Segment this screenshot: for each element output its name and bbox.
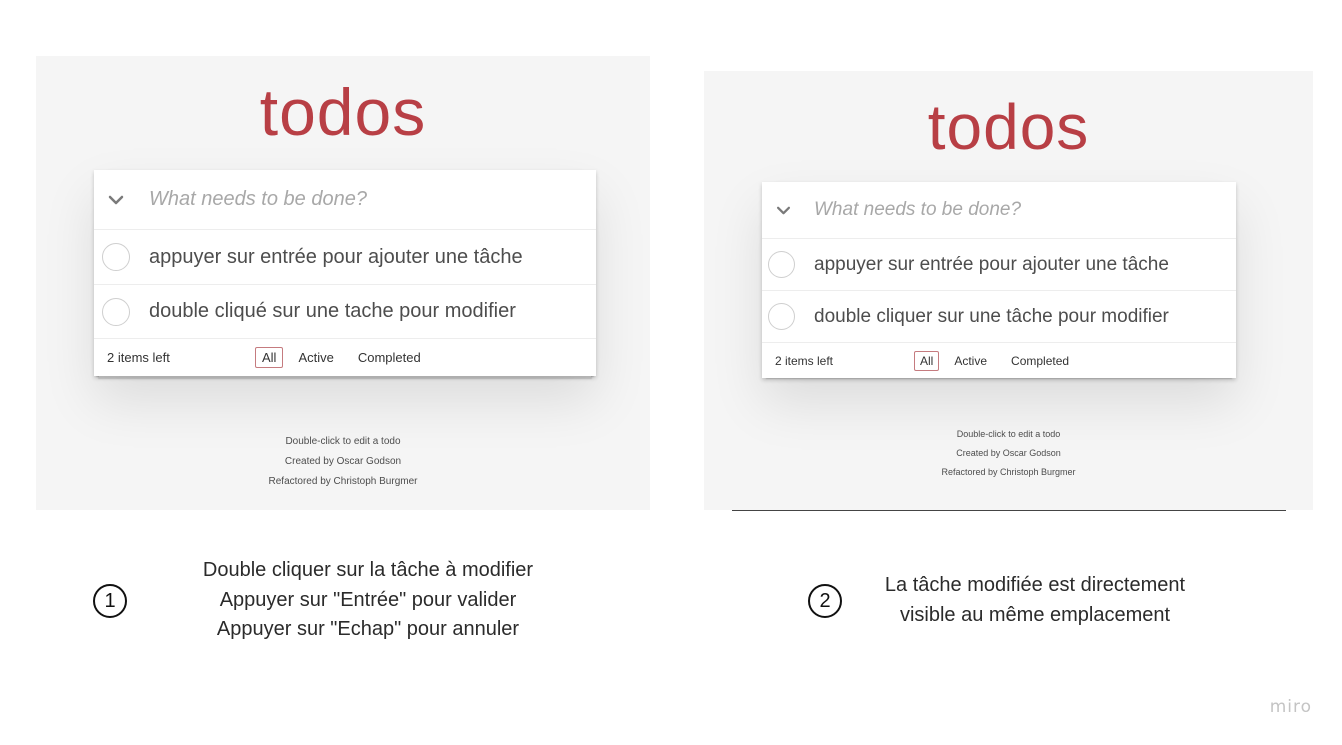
todo-footer: 2 items left All Active Completed <box>94 339 596 376</box>
todo-label[interactable]: appuyer sur entrée pour ajouter une tâch… <box>149 246 523 269</box>
app-title: todos <box>927 91 1090 163</box>
items-left-count: 2 items left <box>775 353 834 368</box>
todo-item[interactable]: double cliqué sur une tache pour modifie… <box>94 285 596 339</box>
new-todo-input[interactable]: What needs to be done? <box>138 188 367 211</box>
todo-label[interactable]: appuyer sur entrée pour ajouter une tâch… <box>814 254 1169 276</box>
filter-all[interactable]: All <box>255 347 284 368</box>
circle-checkbox-icon[interactable] <box>768 251 795 278</box>
info-line: Refactored by Christoph Burgmer <box>941 467 1076 477</box>
info-line: Created by Oscar Godson <box>956 448 1061 458</box>
caption-line: Double cliquer sur la tâche à modifier <box>202 559 534 581</box>
info-line: Created by Oscar Godson <box>284 456 402 467</box>
chevron-down-icon <box>108 195 124 204</box>
circle-checkbox-icon[interactable] <box>768 303 795 330</box>
toggle-all-button[interactable] <box>762 206 804 215</box>
miro-watermark: miro <box>1269 697 1312 717</box>
todo-app-screenshot-2: todos What needs to be done? appuyer sur… <box>704 71 1313 510</box>
new-todo-row: What needs to be done? <box>762 182 1236 239</box>
filter-completed[interactable]: Completed <box>1005 351 1075 371</box>
filter-active[interactable]: Active <box>948 351 993 371</box>
circle-checkbox-icon[interactable] <box>102 297 130 326</box>
filter-all[interactable]: All <box>914 350 940 371</box>
new-todo-input[interactable]: What needs to be done? <box>804 199 1021 221</box>
step-caption: La tâche modifiée est directement visibl… <box>855 571 1215 630</box>
info-line: Double-click to edit a todo <box>285 436 401 447</box>
todo-item[interactable]: double cliquer sur une tâche pour modifi… <box>762 291 1236 343</box>
todo-label[interactable]: double cliqué sur une tache pour modifie… <box>149 300 516 323</box>
todo-label[interactable]: double cliquer sur une tâche pour modifi… <box>814 306 1169 328</box>
step-number-badge: 2 <box>808 584 842 618</box>
todo-card: What needs to be done? appuyer sur entré… <box>762 182 1236 378</box>
todo-footer: 2 items left All Active Completed <box>762 343 1236 378</box>
app-title: todos <box>259 75 427 149</box>
info-line: Double-click to edit a todo <box>956 429 1061 439</box>
info-footer: Double-click to edit a todo Created by O… <box>704 425 1313 482</box>
step-number-badge: 1 <box>93 584 127 618</box>
filter-active[interactable]: Active <box>291 347 340 368</box>
info-footer: Double-click to edit a todo Created by O… <box>36 432 650 492</box>
items-left-count: 2 items left <box>107 350 170 365</box>
caption-line: Appuyer sur "Echap" pour annuler <box>216 618 520 640</box>
caption-line: La tâche modifiée est directement <box>884 574 1186 596</box>
todo-card: What needs to be done? appuyer sur entré… <box>94 170 596 376</box>
todo-item[interactable]: appuyer sur entrée pour ajouter une tâch… <box>94 230 596 285</box>
caption-line: visible au même emplacement <box>899 603 1171 626</box>
caption-line: Appuyer sur "Entrée" pour valider <box>219 588 517 611</box>
filter-completed[interactable]: Completed <box>351 347 428 368</box>
info-line: Refactored by Christoph Burgmer <box>268 476 418 487</box>
step-caption: Double cliquer sur la tâche à modifier A… <box>168 556 568 645</box>
toggle-all-button[interactable] <box>94 195 138 205</box>
new-todo-row: What needs to be done? <box>94 170 596 230</box>
todo-item[interactable]: appuyer sur entrée pour ajouter une tâch… <box>762 239 1236 291</box>
circle-checkbox-icon[interactable] <box>102 243 130 271</box>
divider-line <box>732 510 1286 511</box>
filters: All Active Completed <box>255 347 428 368</box>
filters: All Active Completed <box>914 350 1075 371</box>
todo-app-screenshot-1: todos What needs to be done? appuyer sur… <box>36 56 650 510</box>
chevron-down-icon <box>776 206 790 214</box>
